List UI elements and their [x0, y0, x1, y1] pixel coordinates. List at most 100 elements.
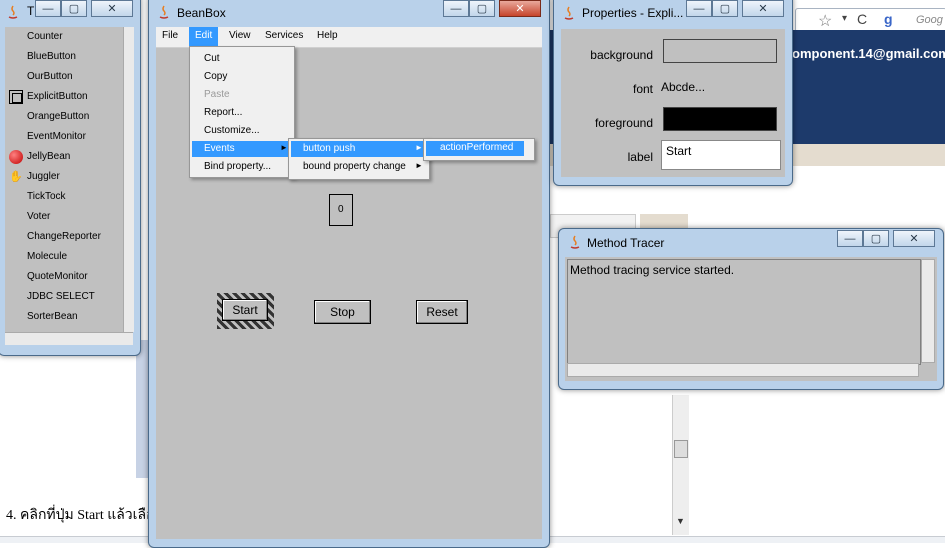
toolbox-item-label: ExplicitButton — [27, 91, 88, 102]
menu-edit[interactable]: Edit — [189, 27, 219, 47]
toolbox-item[interactable]: OrangeButton — [5, 107, 123, 127]
banner-email-text: omponent.14@gmail.com — [792, 46, 945, 61]
window-title: Method Tracer — [587, 236, 665, 250]
close-button[interactable]: ✕ — [91, 0, 133, 17]
juggler-icon: ✋ — [9, 171, 23, 183]
toolbox-item-label: QuoteMonitor — [27, 271, 88, 282]
page-scrollbar[interactable] — [672, 395, 689, 535]
toolbox-item-label: OrangeButton — [27, 111, 90, 122]
properties-window: Properties - Expli... — ▢ ✕ background f… — [553, 0, 793, 186]
prop-label-label: label — [627, 150, 653, 164]
close-button[interactable]: ✕ — [499, 0, 541, 17]
refresh-icon[interactable]: C — [857, 11, 867, 27]
toolbox-list: Counter BlueButton OurButton ExplicitButton… — [5, 27, 123, 332]
edit-menu: Cut Copy Paste Report... Customize... Events B… — [189, 46, 295, 178]
toolbox-item-label: TickTock — [27, 191, 66, 202]
menu-item-cut[interactable]: Cut — [192, 51, 290, 67]
toolbox-item-label: Juggler — [27, 171, 60, 182]
toolbox-item[interactable]: TickTock — [5, 187, 123, 207]
tracer-hscrollbar[interactable] — [567, 363, 919, 377]
start-button[interactable]: Start — [222, 299, 268, 321]
menu-view[interactable]: View — [229, 30, 251, 41]
toolbox-item[interactable]: Voter — [5, 207, 123, 227]
submenu-arrow-icon: ► — [415, 161, 423, 170]
toolbox-item[interactable]: SorterBean — [5, 307, 123, 327]
toolbox-item-label: BlueButton — [27, 51, 76, 62]
tracer-panel: Method tracing service started. — [565, 257, 937, 381]
toolbox-item-label: SorterBean — [27, 311, 78, 322]
counter-value: 0 — [338, 204, 344, 215]
toolbox-item-label: EventMonitor — [27, 131, 86, 142]
menu-item-report[interactable]: Report... — [192, 105, 290, 121]
maximize-button[interactable]: ▢ — [61, 0, 87, 17]
toolbox-item[interactable]: OurButton — [5, 67, 123, 87]
prop-label-background: background — [590, 48, 653, 62]
toolbox-vscrollbar[interactable] — [123, 27, 134, 332]
maximize-button[interactable]: ▢ — [712, 0, 738, 17]
menu-bar: File Edit View Services Help — [156, 27, 542, 48]
toolbox-item-label: JellyBean — [27, 151, 71, 162]
scroll-down-icon[interactable]: ▼ — [676, 516, 685, 526]
counter-display[interactable]: 0 — [329, 194, 353, 226]
close-button[interactable]: ✕ — [893, 230, 935, 247]
prop-label-foreground: foreground — [594, 116, 653, 130]
menu-item-customize[interactable]: Customize... — [192, 123, 290, 139]
search-input[interactable]: Goog — [916, 14, 943, 26]
minimize-button[interactable]: — — [686, 0, 712, 17]
toolbox-hscrollbar[interactable] — [5, 332, 133, 345]
label-input[interactable]: Start — [661, 140, 781, 170]
window-title: T — [27, 4, 35, 18]
font-value[interactable]: Abcde... — [661, 80, 705, 94]
menu-item-button-push[interactable]: button push — [291, 141, 425, 157]
java-icon — [570, 235, 580, 249]
minimize-button[interactable]: — — [837, 230, 863, 247]
close-button[interactable]: ✕ — [742, 0, 784, 17]
maximize-button[interactable]: ▢ — [863, 230, 889, 247]
button-icon — [9, 90, 23, 104]
page-scrollbar-thumb[interactable] — [674, 440, 688, 458]
method-tracer-window: Method Tracer — ▢ ✕ Method tracing servi… — [558, 228, 944, 390]
menu-item-paste[interactable]: Paste — [192, 87, 290, 103]
menu-item-bind-property[interactable]: Bind property... — [192, 159, 290, 175]
toolbox-item[interactable]: JellyBean — [5, 147, 123, 167]
menu-help[interactable]: Help — [317, 30, 338, 41]
bookmark-star-icon[interactable]: ☆ — [818, 11, 832, 31]
toolbox-item-label: Counter — [27, 31, 63, 42]
toolbox-item[interactable]: ✋ Juggler — [5, 167, 123, 187]
maximize-button[interactable]: ▢ — [469, 0, 495, 17]
toolbox-item[interactable]: JDBC SELECT — [5, 287, 123, 307]
minimize-button[interactable]: — — [35, 0, 61, 17]
toolbox-item[interactable]: QuoteMonitor — [5, 267, 123, 287]
menu-file[interactable]: File — [162, 30, 178, 41]
reset-button[interactable]: Reset — [416, 300, 468, 324]
menu-services[interactable]: Services — [265, 30, 303, 41]
toolbox-item[interactable]: Counter — [5, 27, 123, 47]
chevron-down-icon[interactable]: ▾ — [842, 13, 847, 24]
java-icon — [159, 5, 169, 19]
menu-item-bound-property-change[interactable]: bound property change — [291, 159, 425, 175]
toolbox-window: T — ▢ ✕ Counter BlueButton OurButton Explic… — [0, 0, 141, 356]
toolbox-item-label: Molecule — [27, 251, 68, 262]
window-title: Properties - Expli... — [582, 6, 684, 20]
tracer-log[interactable]: Method tracing service started. — [567, 259, 921, 365]
tracer-vscrollbar[interactable] — [921, 259, 935, 363]
label-input-value: Start — [666, 144, 692, 158]
menu-item-events[interactable]: Events — [192, 141, 290, 157]
toolbox-item[interactable]: ChangeReporter — [5, 227, 123, 247]
foreground-color-swatch[interactable] — [663, 107, 777, 131]
toolbox-item[interactable]: Molecule — [5, 247, 123, 267]
java-icon — [8, 5, 18, 19]
minimize-button[interactable]: — — [443, 0, 469, 17]
java-icon — [564, 6, 574, 20]
background-color-swatch[interactable] — [663, 39, 777, 63]
toolbox-item[interactable]: EventMonitor — [5, 127, 123, 147]
menu-item-actionperformed[interactable]: actionPerformed — [426, 141, 524, 156]
stop-button[interactable]: Stop — [314, 300, 371, 324]
jellybean-icon — [9, 150, 23, 164]
submenu-arrow-icon: ► — [280, 143, 288, 152]
toolbox-item[interactable]: ExplicitButton — [5, 87, 123, 107]
tracer-message: Method tracing service started. — [570, 263, 735, 277]
submenu-arrow-icon: ► — [415, 143, 423, 152]
menu-item-copy[interactable]: Copy — [192, 69, 290, 85]
toolbox-item[interactable]: BlueButton — [5, 47, 123, 67]
